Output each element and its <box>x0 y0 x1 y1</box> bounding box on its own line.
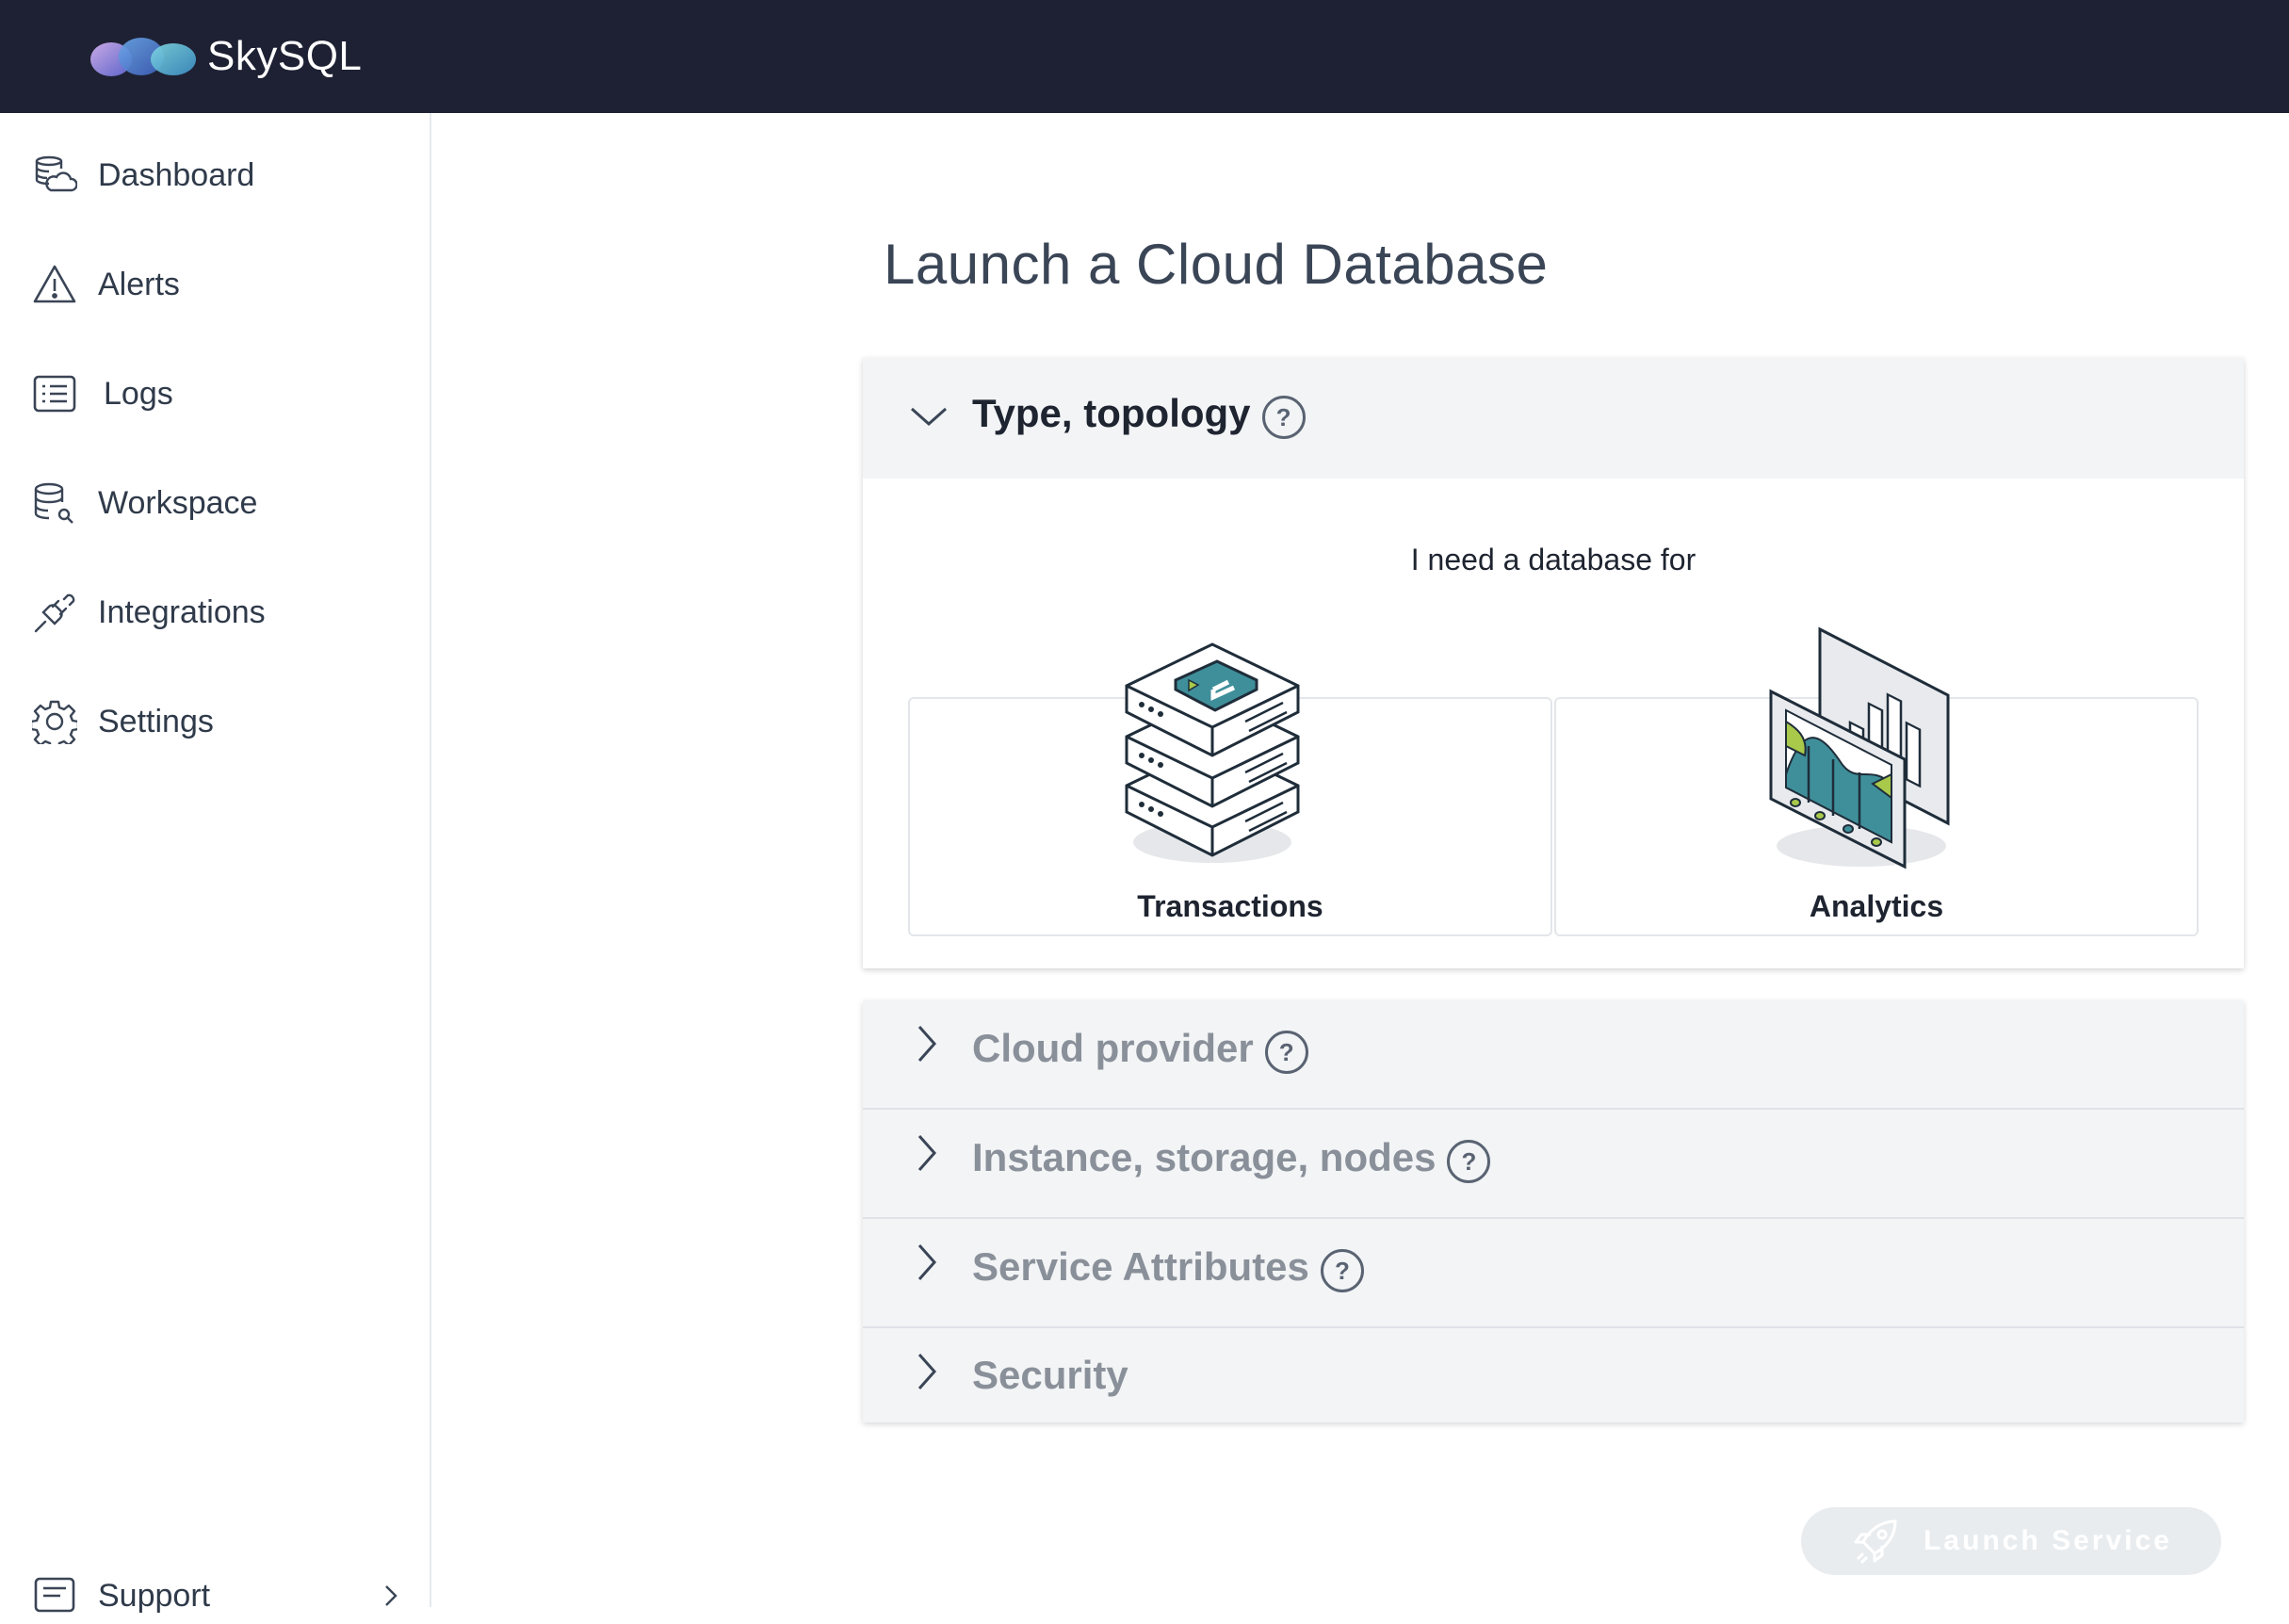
sidebar-item-label: Logs <box>104 375 173 412</box>
chevron-right-icon <box>917 1135 937 1171</box>
help-icon[interactable]: ? <box>1447 1140 1491 1183</box>
help-icon[interactable]: ? <box>1320 1249 1364 1292</box>
section-title: Instance, storage, nodes ? <box>972 1132 1491 1183</box>
chevron-right-icon <box>917 1354 937 1389</box>
analytics-option-label: Analytics <box>1809 889 1944 923</box>
security-title: Security <box>972 1353 1128 1397</box>
instance-storage-nodes-section[interactable]: Instance, storage, nodes ? <box>863 1110 2244 1219</box>
section-title: Cloud provider ? <box>972 1023 1308 1074</box>
sidebar: Dashboard Alerts Logs Workspace Integrat… <box>0 113 431 1614</box>
sidebar-item-label: Settings <box>98 703 214 739</box>
rocket-icon <box>1854 1519 1897 1565</box>
chevron-right-icon <box>385 1585 398 1606</box>
sidebar-item-label: Support <box>98 1577 211 1614</box>
sidebar-item-workspace[interactable]: Workspace <box>30 475 407 531</box>
database-purpose-prompt: I need a database for <box>1410 543 1696 577</box>
collapsed-sections: Cloud provider ? Instance, storage, node… <box>863 1000 2244 1422</box>
launch-service-button[interactable]: Launch Service <box>1801 1507 2221 1575</box>
support-icon <box>30 1571 79 1620</box>
analytics-charts-illustration-icon <box>1769 626 1950 869</box>
database-search-icon <box>30 479 79 528</box>
sidebar-item-support[interactable]: Support <box>30 1567 407 1624</box>
chevron-down-icon <box>911 407 947 427</box>
gear-icon <box>30 697 79 746</box>
sidebar-item-label: Integrations <box>98 593 266 630</box>
help-icon[interactable]: ? <box>1264 1031 1308 1074</box>
brand-name: SkySQL <box>207 33 363 79</box>
dashboard-icon <box>30 151 79 200</box>
sidebar-item-alerts[interactable]: Alerts <box>30 256 407 313</box>
type-topology-title: Type, topology <box>972 391 1251 435</box>
sidebar-item-label: Dashboard <box>98 156 255 193</box>
type-topology-header[interactable]: Type, topology ? <box>863 358 2244 479</box>
section-title: Type, topology ? <box>972 388 1306 439</box>
server-stack-illustration-icon <box>1125 642 1300 863</box>
section-title: Security <box>972 1353 1128 1398</box>
sidebar-item-label: Alerts <box>98 266 180 302</box>
transactions-option-label: Transactions <box>1137 889 1323 923</box>
page-title: Launch a Cloud Database <box>884 233 1549 296</box>
type-topology-panel: Type, topology ? I need a database for T… <box>863 358 2244 968</box>
logs-list-icon <box>30 369 79 418</box>
security-section[interactable]: Security <box>863 1328 2244 1422</box>
sidebar-item-label: Workspace <box>98 484 258 521</box>
service-attributes-section[interactable]: Service Attributes ? <box>863 1219 2244 1328</box>
chevron-right-icon <box>917 1244 937 1280</box>
sidebar-item-logs[interactable]: Logs <box>30 365 407 422</box>
help-icon[interactable]: ? <box>1261 396 1306 439</box>
cloud-provider-title: Cloud provider <box>972 1026 1254 1070</box>
sidebar-item-integrations[interactable]: Integrations <box>30 584 407 641</box>
cloud-provider-section[interactable]: Cloud provider ? <box>863 1000 2244 1110</box>
skysql-cloud-logo-icon <box>90 38 196 76</box>
plug-icon <box>30 588 79 637</box>
brand-logo[interactable]: SkySQL <box>87 26 362 87</box>
service-attributes-title: Service Attributes <box>972 1244 1309 1289</box>
instance-storage-nodes-title: Instance, storage, nodes <box>972 1135 1437 1179</box>
chevron-right-icon <box>917 1026 937 1062</box>
sidebar-item-dashboard[interactable]: Dashboard <box>30 147 407 203</box>
alert-triangle-icon <box>30 260 79 309</box>
sidebar-item-settings[interactable]: Settings <box>30 693 407 750</box>
top-bar: SkySQL <box>0 0 2289 113</box>
launch-service-label: Launch Service <box>1924 1525 2172 1556</box>
section-title: Service Attributes ? <box>972 1242 1364 1292</box>
